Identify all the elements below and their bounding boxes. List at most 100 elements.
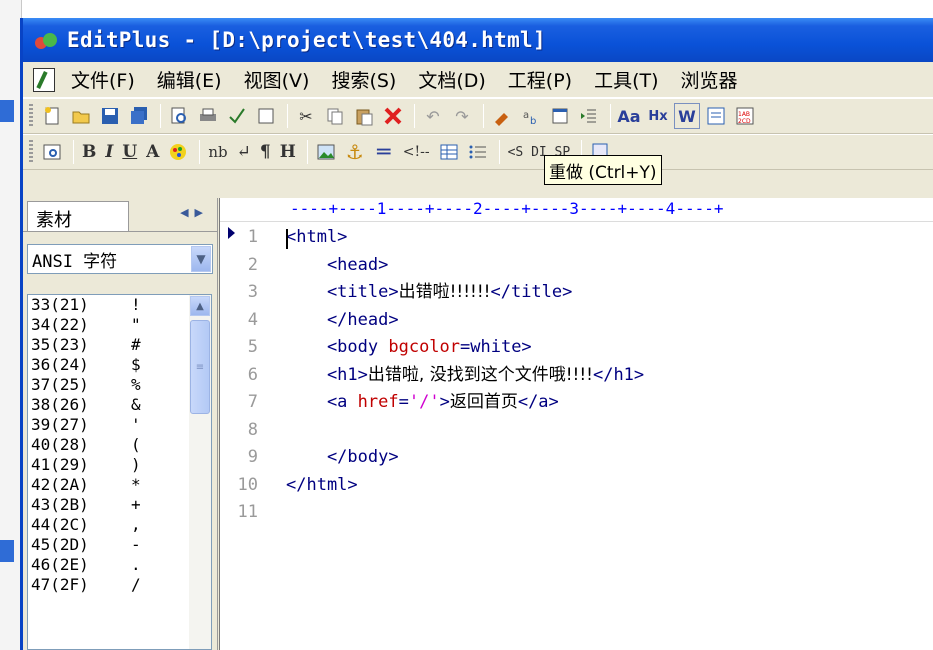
underline-button[interactable]: U xyxy=(119,139,140,165)
charset-select[interactable]: ANSI 字符 ▼ xyxy=(27,244,213,274)
code-line[interactable]: 6 <h1>出错啦, 没找到这个文件哦!!!!</h1> xyxy=(220,362,933,390)
menu-browser[interactable]: 浏览器 xyxy=(681,66,738,93)
toolbar-separator xyxy=(287,104,288,128)
cut-icon[interactable]: ✂ xyxy=(293,103,319,129)
delete-icon[interactable] xyxy=(380,103,406,129)
copy-icon[interactable] xyxy=(322,103,348,129)
char-list-item[interactable]: 43(2B) + xyxy=(28,495,211,515)
code-line[interactable]: 5 <body bgcolor=white> xyxy=(220,334,933,362)
window-list-icon[interactable] xyxy=(547,103,573,129)
title-bar[interactable]: EditPlus - [D:\project\test\404.html] xyxy=(23,18,933,62)
hex-viewer-icon[interactable]: Hx xyxy=(645,103,671,129)
print-icon[interactable] xyxy=(195,103,221,129)
char-list-item[interactable]: 46(2E). xyxy=(28,555,211,575)
menu-search[interactable]: 搜索(S) xyxy=(331,66,396,93)
code-line[interactable]: 8 xyxy=(220,417,933,445)
replace-icon[interactable]: ab xyxy=(518,103,544,129)
code-line[interactable]: 9 </body> xyxy=(220,444,933,472)
spellcheck-icon[interactable] xyxy=(224,103,250,129)
char-list-item[interactable]: 47(2F) / xyxy=(28,575,211,595)
char-glyph: . xyxy=(131,555,141,574)
char-list-item[interactable]: 39(27) ' xyxy=(28,415,211,435)
menu-file[interactable]: 文件(F) xyxy=(71,66,135,93)
code-line[interactable]: 7 <a href='/'>返回首页</a> xyxy=(220,389,933,417)
save-all-icon[interactable] xyxy=(126,103,152,129)
code-line[interactable]: 10 </html> xyxy=(220,472,933,500)
toolbar-grip[interactable] xyxy=(29,140,33,164)
tab-cliptext[interactable]: 素材 xyxy=(27,201,129,231)
table-icon[interactable] xyxy=(436,139,462,165)
editplus-app-icon xyxy=(33,29,59,51)
code-lines[interactable]: 1 <html> 2 <head> 3 <title>出错啦!!!!!!</title… xyxy=(220,224,933,527)
scroll-up-icon[interactable]: ▲ xyxy=(190,296,210,316)
comment-button[interactable]: <!-- xyxy=(400,139,433,165)
code-text: </head> xyxy=(268,307,399,335)
column-ruler-icon[interactable]: 1AB 2CD xyxy=(732,103,758,129)
bold-button[interactable]: B xyxy=(79,139,99,165)
toolbar-grip[interactable] xyxy=(29,104,33,128)
code-line[interactable]: 4 </head> xyxy=(220,307,933,335)
scroll-thumb[interactable]: ≡ xyxy=(190,320,210,414)
find-icon[interactable] xyxy=(489,103,515,129)
menu-edit[interactable]: 编辑(E) xyxy=(157,66,222,93)
line-number: 2 xyxy=(247,254,258,275)
char-list-item[interactable]: 34(22) " xyxy=(28,315,211,335)
word-count-icon[interactable] xyxy=(253,103,279,129)
code-editor[interactable]: ----+----1----+----2----+----3----+----4… xyxy=(219,198,933,650)
toolbar-separator xyxy=(199,140,201,164)
undo-icon[interactable]: ↶ xyxy=(420,103,446,129)
toolbar-separator xyxy=(414,104,415,128)
indent-icon[interactable] xyxy=(576,103,602,129)
code-line[interactable]: 11 xyxy=(220,499,933,527)
font-button[interactable]: A xyxy=(143,139,162,165)
color-picker-icon[interactable] xyxy=(165,139,191,165)
menu-view[interactable]: 视图(V) xyxy=(244,66,310,93)
char-list-item[interactable]: 38(26) & xyxy=(28,395,211,415)
anchor-icon[interactable]: ⚓ xyxy=(342,139,368,165)
menu-document[interactable]: 文档(D) xyxy=(418,66,485,93)
line-number-icon[interactable] xyxy=(703,103,729,129)
print-preview-icon[interactable] xyxy=(166,103,192,129)
font-size-icon[interactable]: Aa xyxy=(616,103,642,129)
char-code: 37(25) xyxy=(31,375,89,394)
char-list-item[interactable]: 36(24) $ xyxy=(28,355,211,375)
char-list-item[interactable]: 40(28) ( xyxy=(28,435,211,455)
char-list-item[interactable]: 35(23) # xyxy=(28,335,211,355)
line-break-button[interactable]: ↵ xyxy=(234,139,254,165)
open-folder-icon[interactable] xyxy=(68,103,94,129)
svg-text:b: b xyxy=(530,116,536,126)
horizontal-rule-icon[interactable]: ═ xyxy=(371,139,397,165)
paragraph-button[interactable]: ¶ xyxy=(257,139,274,165)
browser-preview-icon[interactable] xyxy=(39,139,65,165)
char-glyph: - xyxy=(131,535,141,554)
image-icon[interactable] xyxy=(313,139,339,165)
code-token: </body> xyxy=(286,447,399,467)
char-list-scrollbar[interactable]: ▲ ≡ xyxy=(189,295,211,649)
heading-button[interactable]: H xyxy=(277,139,299,165)
word-wrap-icon[interactable]: W xyxy=(674,103,700,129)
char-list-item[interactable]: 33(21)! xyxy=(28,295,211,315)
chevron-down-icon[interactable]: ▼ xyxy=(191,246,211,272)
char-list-item[interactable]: 37(25)% xyxy=(28,375,211,395)
char-list-item[interactable]: 45(2D) - xyxy=(28,535,211,555)
svg-text:a: a xyxy=(523,110,529,121)
char-list-item[interactable]: 44(2C), xyxy=(28,515,211,535)
menu-project[interactable]: 工程(P) xyxy=(508,66,572,93)
new-file-icon[interactable] xyxy=(39,103,65,129)
save-icon[interactable] xyxy=(97,103,123,129)
menu-tools[interactable]: 工具(T) xyxy=(594,66,658,93)
list-icon[interactable] xyxy=(465,139,491,165)
char-glyph: # xyxy=(131,335,141,354)
nbsp-button[interactable]: nb xyxy=(205,139,230,165)
char-list-item[interactable]: 41(29)) xyxy=(28,455,211,475)
code-line[interactable]: 2 <head> xyxy=(220,252,933,280)
document-menu-icon[interactable] xyxy=(33,67,55,92)
code-line[interactable]: 3 <title>出错啦!!!!!!</title> xyxy=(220,279,933,307)
code-line[interactable]: 1 <html> xyxy=(220,224,933,252)
char-glyph: ' xyxy=(131,415,141,434)
tab-scroll-arrows-icon[interactable]: ◀▶ xyxy=(180,206,209,219)
redo-icon[interactable]: ↷ xyxy=(449,103,475,129)
paste-icon[interactable] xyxy=(351,103,377,129)
char-list-item[interactable]: 42(2A) * xyxy=(28,475,211,495)
italic-button[interactable]: I xyxy=(102,139,116,165)
